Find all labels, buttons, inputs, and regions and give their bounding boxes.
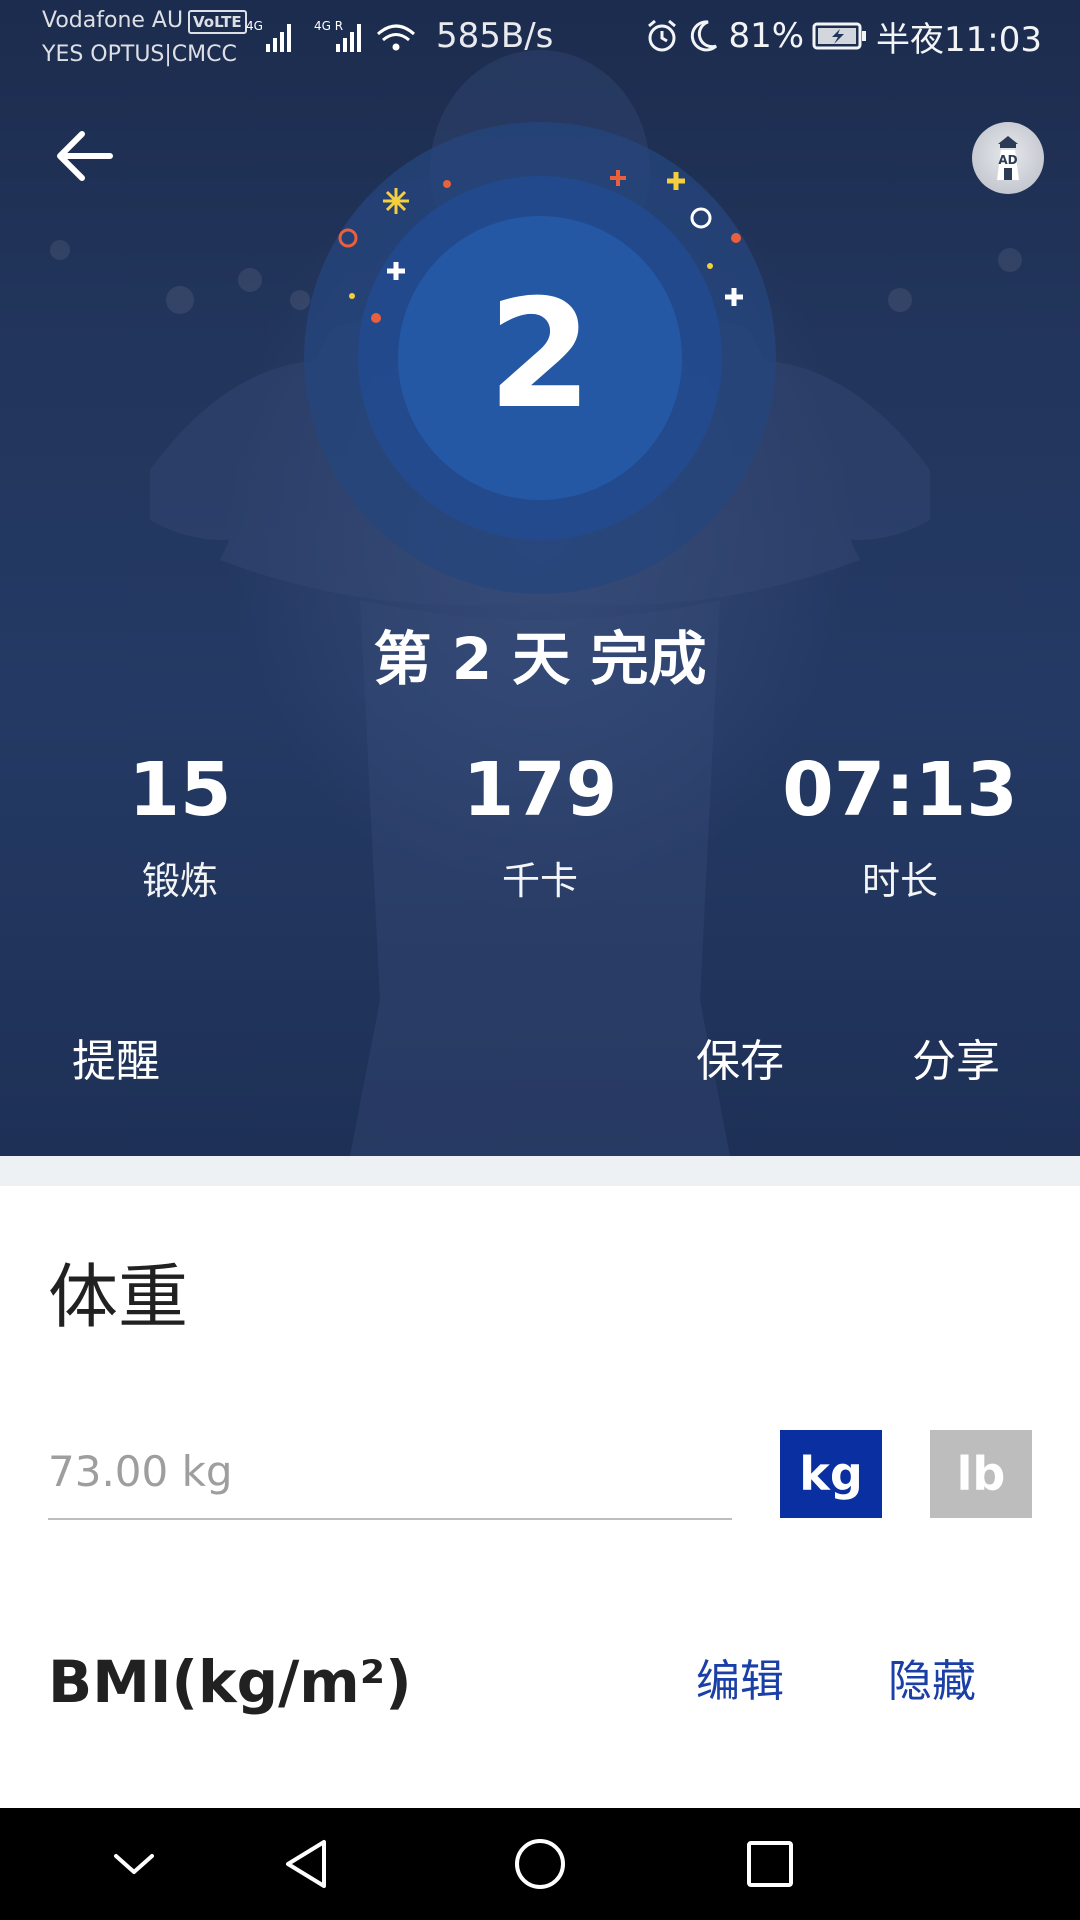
nav-home-circle-icon[interactable] [500,1824,580,1904]
bmi-edit-button[interactable]: 编辑 [696,1650,784,1714]
status-bar: Vodafone AU VoLTE YES OPTUS|CMCC 4G 4G R… [0,0,1080,76]
weight-section-title: 体重 [48,1256,188,1338]
hero-banner: Vodafone AU VoLTE YES OPTUS|CMCC 4G 4G R… [0,0,1080,1156]
svg-text:4G: 4G [246,19,263,33]
alarm-icon [648,19,677,52]
ad-label: AD [998,153,1017,167]
bmi-section-title: BMI(kg/m²) [48,1648,412,1716]
stat-value: 179 [462,747,618,833]
nav-back-triangle-icon[interactable] [268,1824,348,1904]
status-right-group: 81% 半夜11:03 [644,12,1042,60]
stat-value: 07:13 [782,747,1018,833]
network-speed: 585B/s [436,16,554,56]
bmi-hide-button[interactable]: 隐藏 [888,1650,976,1714]
stat-label: 锻炼 [141,859,218,903]
battery-charging-icon [812,22,867,50]
volte-badge: VoLTE [188,10,247,34]
carrier-name-secondary: YES OPTUS|CMCC [42,42,237,67]
weight-input[interactable] [48,1424,732,1520]
day-complete-title: 第 2 天 完成 [373,625,707,693]
unit-kg-button[interactable]: kg [780,1430,882,1518]
chevron-down-icon[interactable] [94,1824,174,1904]
ad-button[interactable]: AD [972,122,1044,194]
do-not-disturb-moon-icon [691,20,718,52]
battery-percent: 81% [728,16,805,56]
signal-wifi-icons: 4G 4G R [246,19,415,52]
share-button[interactable]: 分享 [912,1032,1000,1092]
svg-text:4G R: 4G R [314,19,343,33]
stat-label: 时长 [861,859,938,903]
day-number: 2 [487,268,593,442]
carrier-name-primary: Vodafone AU [42,8,184,33]
remind-button[interactable]: 提醒 [72,1032,160,1092]
back-arrow-icon[interactable] [52,126,116,186]
stat-label: 千卡 [501,859,578,903]
system-navigation-bar [0,1808,1080,1920]
stat-calories: 179 千卡 [380,748,700,904]
stat-value: 15 [128,747,232,833]
clock-time: 半夜11:03 [876,19,1042,60]
save-button[interactable]: 保存 [696,1032,784,1092]
section-divider [0,1156,1080,1186]
stat-workouts: 15 锻炼 [20,748,340,904]
unit-lb-button[interactable]: lb [930,1430,1032,1518]
stat-duration: 07:13 时长 [740,748,1060,904]
nav-recents-square-icon[interactable] [730,1824,810,1904]
lighthouse-icon: AD [997,136,1019,180]
